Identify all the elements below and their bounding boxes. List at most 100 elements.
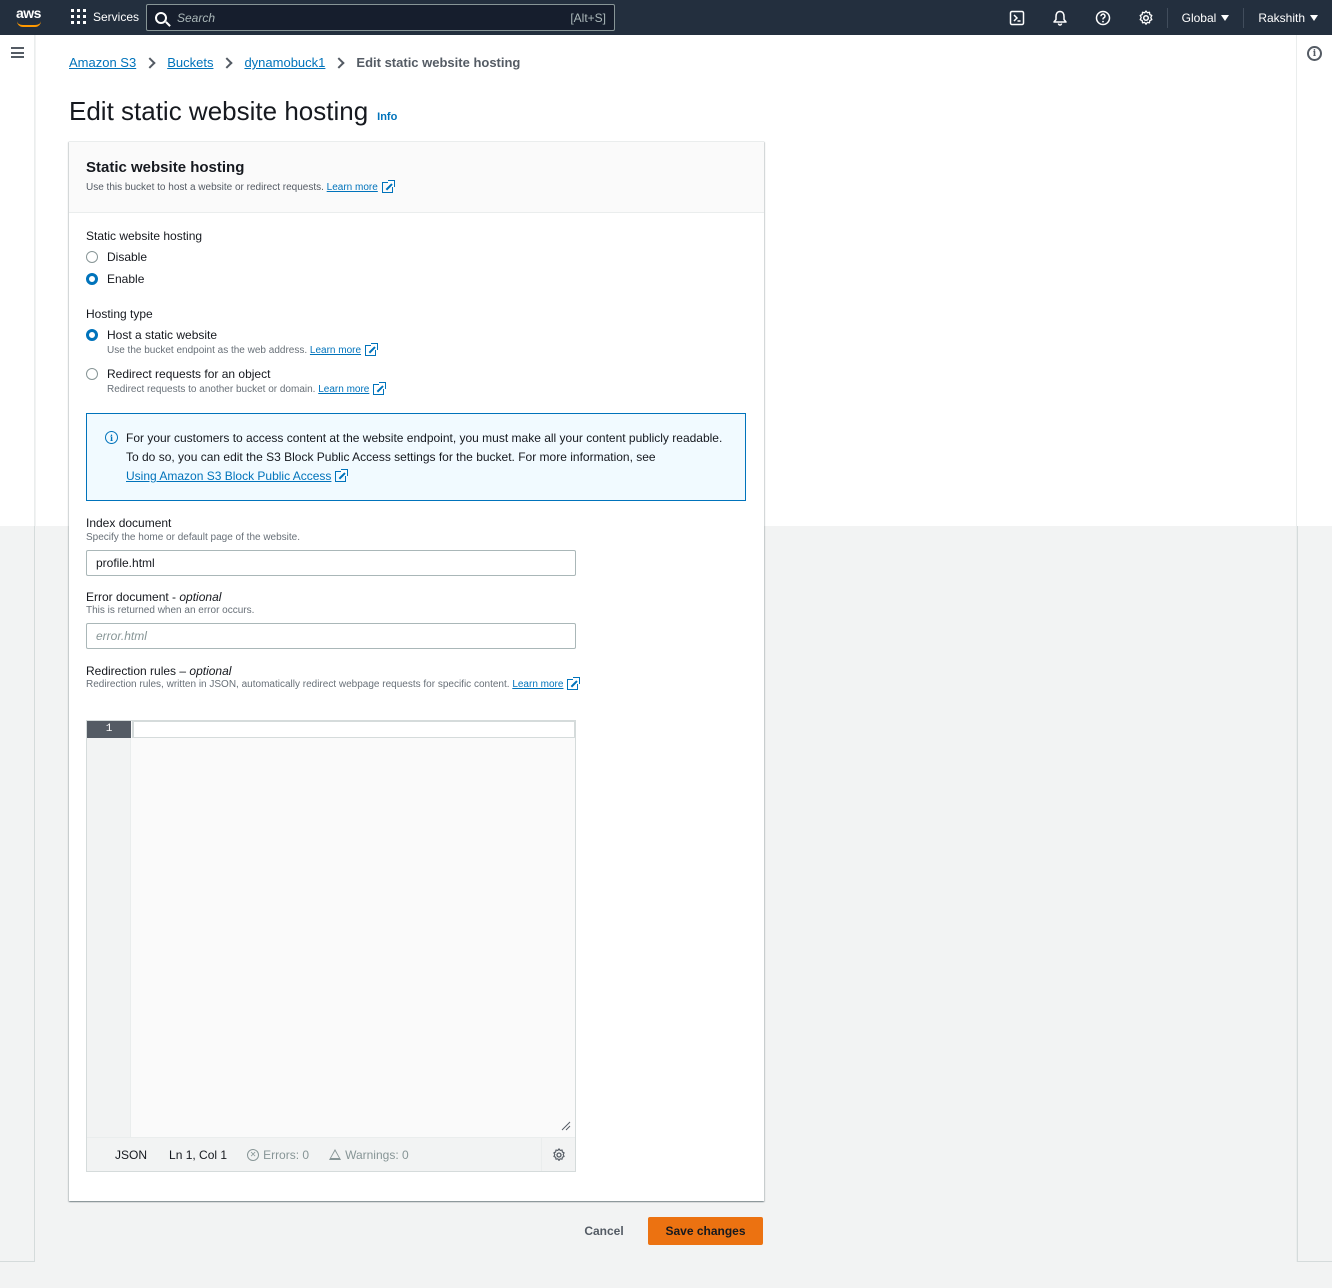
radio-redirect-requests[interactable]: Redirect requests for an object Redirect…	[86, 367, 387, 395]
redirection-rules-label-text: Redirection rules –	[86, 664, 190, 678]
breadcrumb-current: Edit static website hosting	[356, 55, 521, 70]
editor-settings-button[interactable]	[541, 1138, 575, 1171]
breadcrumb-bucket-name[interactable]: dynamobuck1	[244, 55, 325, 70]
radio-disable-label: Disable	[107, 250, 148, 264]
info-link[interactable]: Info	[377, 111, 397, 123]
redirection-rules-description: Redirection rules, written in JSON, auto…	[86, 677, 581, 690]
alert-text: For your customers to access content at …	[126, 429, 727, 500]
chevron-right-icon	[144, 56, 156, 69]
settings-button[interactable]	[1124, 0, 1167, 35]
chevron-right-icon	[221, 56, 234, 69]
radio-button[interactable]	[86, 368, 98, 380]
breadcrumb-amazon-s3[interactable]: Amazon S3	[69, 55, 136, 70]
cancel-button[interactable]: Cancel	[569, 1217, 639, 1245]
nav-right-group: Global Rakshith	[995, 0, 1332, 35]
panel-title: Static website hosting	[86, 159, 245, 176]
panel-description: Use this bucket to host a website or red…	[86, 180, 747, 193]
breadcrumb-buckets[interactable]: Buckets	[167, 55, 213, 70]
editor-active-line[interactable]	[132, 721, 575, 738]
user-label: Rakshith	[1258, 10, 1305, 25]
info-icon: i	[105, 431, 118, 444]
editor-warnings-text: Warnings: 0	[345, 1147, 409, 1162]
notifications-button[interactable]	[1038, 0, 1081, 35]
caret-down-icon	[1221, 14, 1230, 21]
redirection-rules-label: Redirection rules – optional	[86, 664, 231, 678]
radio-disable[interactable]: Disable	[86, 250, 147, 264]
editor-gutter: 1	[87, 721, 131, 1137]
hosting-type-label: Hosting type	[86, 307, 153, 321]
alert-message: For your customers to access content at …	[126, 431, 723, 464]
block-public-access-link[interactable]: Using Amazon S3 Block Public Access	[126, 469, 331, 483]
page-title: Edit static website hosting Info	[69, 96, 397, 127]
left-rail-lower	[0, 526, 35, 1262]
optional-tag: optional	[179, 590, 222, 604]
index-document-description: Specify the home or default page of the …	[86, 532, 301, 543]
cloudshell-button[interactable]	[995, 0, 1038, 35]
services-menu-button[interactable]: Services	[71, 9, 139, 24]
index-document-label: Index document	[86, 516, 172, 530]
aws-logo-text: aws	[16, 5, 41, 21]
editor-status-bar: JSON Ln 1, Col 1 ✕ Errors: 0 Warnings: 0	[87, 1137, 575, 1171]
menu-icon[interactable]	[11, 47, 24, 58]
radio-host-static-label: Host a static website	[107, 328, 218, 342]
panel-description-text: Use this bucket to host a website or red…	[86, 182, 324, 193]
external-link-icon	[381, 180, 395, 193]
help-button[interactable]	[1081, 0, 1124, 35]
right-tools-rail: i	[1296, 35, 1332, 1262]
account-menu[interactable]: Rakshith	[1244, 0, 1332, 35]
radio-button-selected[interactable]	[86, 273, 98, 285]
left-navigation-rail	[0, 35, 35, 1262]
radio-button[interactable]	[86, 251, 98, 263]
search-input[interactable]	[177, 10, 571, 25]
editor-errors[interactable]: ✕ Errors: 0	[247, 1148, 309, 1162]
learn-more-link[interactable]: Learn more	[512, 679, 563, 690]
info-panel-icon[interactable]: i	[1307, 46, 1322, 61]
learn-more-link[interactable]: Learn more	[310, 345, 361, 356]
right-rail-lower	[1297, 526, 1332, 1262]
editor-cursor-position: Ln 1, Col 1	[169, 1147, 228, 1162]
error-document-input[interactable]	[86, 623, 576, 649]
warning-icon	[329, 1149, 342, 1160]
static-website-hosting-panel: Static website hosting Use this bucket t…	[69, 141, 764, 1201]
error-icon: ✕	[247, 1148, 260, 1161]
learn-more-link[interactable]: Learn more	[327, 182, 378, 193]
top-navigation: aws Services [Alt+S] Global Ra	[0, 0, 1332, 35]
index-document-input[interactable]	[86, 550, 576, 576]
external-link-icon	[335, 469, 349, 483]
aws-logo[interactable]: aws	[16, 6, 44, 30]
search-icon	[155, 11, 167, 24]
radio-enable-label: Enable	[107, 272, 145, 286]
redirection-rules-description-text: Redirection rules, written in JSON, auto…	[86, 679, 510, 690]
editor-warnings[interactable]: Warnings: 0	[329, 1148, 409, 1162]
panel-header: Static website hosting Use this bucket t…	[69, 142, 764, 213]
host-static-description-text: Use the bucket endpoint as the web addre…	[107, 345, 308, 356]
caret-down-icon	[1310, 14, 1318, 21]
redirect-description-text: Redirect requests to another bucket or d…	[107, 384, 316, 395]
radio-button-selected[interactable]	[86, 329, 98, 341]
help-icon	[1095, 10, 1110, 25]
breadcrumb: Amazon S3 Buckets dynamobuck1 Edit stati…	[69, 55, 520, 70]
radio-enable[interactable]: Enable	[86, 272, 144, 286]
info-alert: i For your customers to access content a…	[86, 413, 746, 501]
search-shortcut-hint: [Alt+S]	[570, 10, 606, 25]
error-document-label-text: Error document -	[86, 590, 180, 604]
error-document-description: This is returned when an error occurs.	[86, 605, 255, 616]
global-search[interactable]: [Alt+S]	[146, 4, 615, 31]
region-label: Global	[1181, 10, 1217, 25]
external-link-icon	[373, 382, 387, 395]
save-changes-button[interactable]: Save changes	[648, 1217, 763, 1245]
radio-redirect-label: Redirect requests for an object	[107, 367, 271, 381]
error-document-label: Error document - optional	[86, 590, 221, 604]
json-code-editor[interactable]: 1 JSON Ln 1, Col 1 ✕ Errors: 0 Warnings:…	[86, 720, 576, 1172]
editor-errors-text: Errors: 0	[263, 1147, 310, 1162]
editor-language: JSON	[115, 1147, 148, 1162]
page-title-text: Edit static website hosting	[69, 96, 369, 126]
radio-host-static-website[interactable]: Host a static website Use the bucket end…	[86, 328, 379, 356]
hosting-toggle-label: Static website hosting	[86, 229, 203, 243]
cloudshell-icon	[1009, 10, 1024, 25]
region-selector[interactable]: Global	[1168, 0, 1244, 35]
external-link-icon	[365, 343, 379, 356]
bell-icon	[1052, 10, 1067, 26]
learn-more-link[interactable]: Learn more	[318, 384, 369, 395]
resize-handle-icon[interactable]	[561, 1121, 571, 1131]
